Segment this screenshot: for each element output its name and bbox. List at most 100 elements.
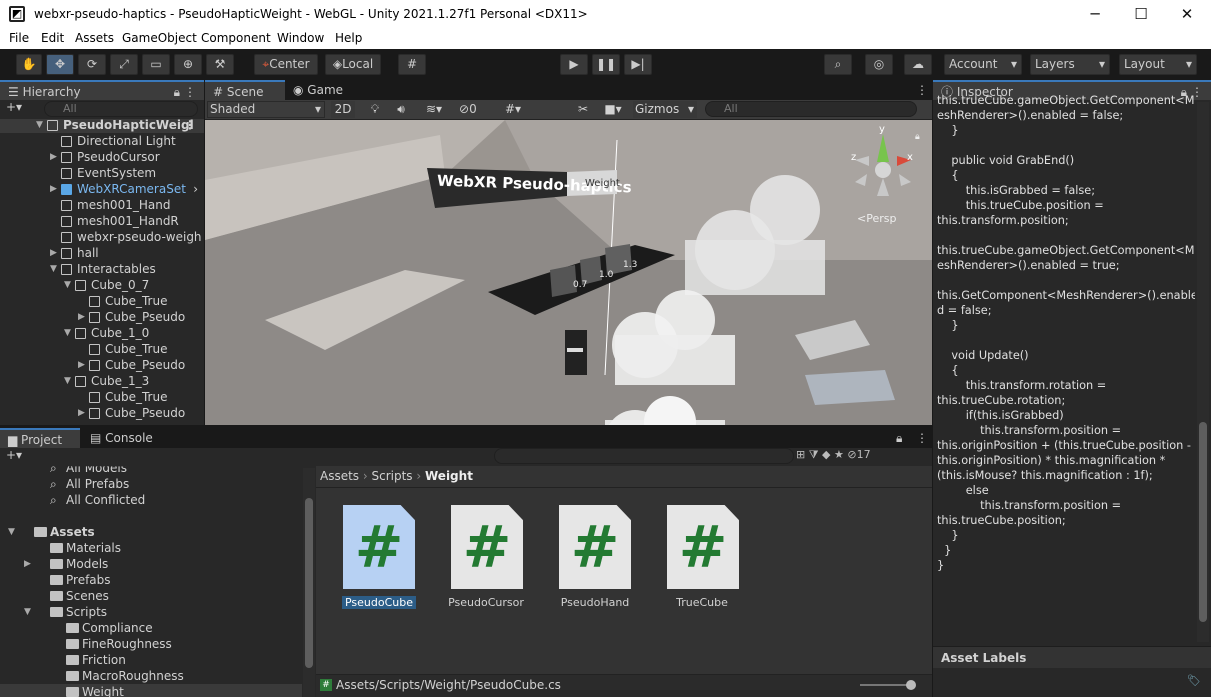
menu-window[interactable]: Window: [277, 31, 324, 45]
hierarchy-item[interactable]: Directional Light: [0, 133, 204, 149]
menu-component[interactable]: Component: [201, 31, 271, 45]
saved-search-item[interactable]: ⌕ All Prefabs: [0, 476, 302, 492]
hierarchy-item[interactable]: ▼ Cube_1_0: [0, 325, 204, 341]
folder-item[interactable]: ▼ Scripts: [0, 604, 302, 620]
hidden-packages-icon[interactable]: ⊘: [847, 448, 856, 461]
collapse-arrow-icon[interactable]: ▶: [78, 357, 88, 373]
file-label-pseudocursor[interactable]: PseudoCursor: [436, 596, 536, 609]
scene-viewport[interactable]: WebXR Pseudo-haptics Weight 0.7 1.0 1.3 …: [205, 120, 932, 425]
collapse-arrow-icon[interactable]: ▶: [78, 405, 88, 421]
menu-gameobject[interactable]: GameObject: [122, 31, 197, 45]
hierarchy-item[interactable]: ▶ hall: [0, 245, 204, 261]
scale-tool-icon[interactable]: ⤢: [110, 54, 138, 75]
chevron-right-icon[interactable]: ›: [193, 181, 198, 197]
hidden-objects-toggle[interactable]: ⊘0: [459, 101, 489, 118]
folder-item[interactable]: ▶ Models: [0, 556, 302, 572]
hierarchy-item[interactable]: Cube_True: [0, 341, 204, 357]
hierarchy-item[interactable]: ▼ Cube_1_3: [0, 373, 204, 389]
create-button[interactable]: +▾: [6, 100, 36, 118]
gizmos-dropdown[interactable]: Gizmos ▾: [633, 101, 697, 118]
icon-size-slider[interactable]: [860, 684, 912, 686]
layers-dropdown[interactable]: Layers ▾: [1030, 54, 1110, 75]
tools-icon[interactable]: ✂: [573, 101, 593, 118]
label-icon[interactable]: ◆: [822, 448, 834, 461]
pause-button[interactable]: ❚❚: [592, 54, 620, 75]
file-truecube-icon[interactable]: #: [667, 505, 739, 589]
more-icon[interactable]: ⋮: [908, 428, 928, 448]
more-icon[interactable]: ⋮: [184, 119, 196, 133]
hierarchy-search-input[interactable]: All: [44, 101, 198, 117]
rotate-tool-icon[interactable]: ⟳: [78, 54, 106, 75]
hand-tool-icon[interactable]: ✋: [16, 54, 42, 75]
folder-item[interactable]: MacroRoughness: [0, 668, 302, 684]
pivot-local-button[interactable]: ◈Local: [325, 54, 381, 75]
scrollbar-thumb[interactable]: [1199, 422, 1207, 622]
hierarchy-scene-root[interactable]: ▼ PseudoHapticWeigl ⋮: [0, 119, 204, 133]
hierarchy-item[interactable]: EventSystem: [0, 165, 204, 181]
scene-search-input[interactable]: All: [705, 101, 917, 117]
hierarchy-item[interactable]: ▶ Cube_Pseudo: [0, 357, 204, 373]
step-button[interactable]: ▶|: [624, 54, 652, 75]
hierarchy-item[interactable]: Cube_True: [0, 389, 204, 405]
expand-arrow-icon[interactable]: ▼: [64, 277, 74, 293]
collapse-arrow-icon[interactable]: ▶: [50, 149, 60, 165]
folder-item[interactable]: Compliance: [0, 620, 302, 636]
breadcrumb-scripts[interactable]: Scripts: [372, 469, 413, 483]
filter-icon[interactable]: ⧩: [809, 448, 822, 461]
layout-dropdown[interactable]: Layout ▾: [1119, 54, 1197, 75]
saved-search-item[interactable]: ⌕ All Conflicted: [0, 492, 302, 508]
expand-arrow-icon[interactable]: ▼: [24, 604, 34, 620]
tab-game[interactable]: ◉ Game: [285, 80, 355, 100]
search-by-type-icon[interactable]: ⊞: [796, 448, 809, 461]
lighting-icon[interactable]: 💡︎: [365, 101, 385, 118]
favorite-icon[interactable]: ★: [834, 448, 847, 461]
hierarchy-item[interactable]: ▶ Cube_Pseudo: [0, 405, 204, 421]
hierarchy-item[interactable]: ▶ WebXRCameraSet ›: [0, 181, 204, 197]
expand-arrow-icon[interactable]: ▼: [50, 261, 60, 277]
lock-icon[interactable]: 🔒︎: [174, 82, 180, 102]
collab-icon[interactable]: ◎: [865, 54, 893, 75]
scrollbar-thumb[interactable]: [305, 498, 313, 668]
create-button[interactable]: +▾: [6, 448, 36, 466]
hierarchy-item[interactable]: webxr-pseudo-weigh: [0, 229, 204, 245]
hierarchy-item[interactable]: ▶ PseudoCursor: [0, 149, 204, 165]
expand-arrow-icon[interactable]: ▼: [8, 524, 18, 540]
hierarchy-item[interactable]: ▼ Interactables: [0, 261, 204, 277]
audio-icon[interactable]: 🔊︎: [391, 101, 411, 118]
file-pseudohand-icon[interactable]: #: [559, 505, 631, 589]
folder-item[interactable]: Friction: [0, 652, 302, 668]
tab-console[interactable]: ▤ Console: [82, 428, 162, 448]
folder-item[interactable]: Weight: [0, 684, 302, 697]
shading-mode-dropdown[interactable]: Shaded ▾: [207, 101, 325, 118]
close-button[interactable]: ✕: [1164, 0, 1210, 29]
folder-item[interactable]: Scenes: [0, 588, 302, 604]
persp-label[interactable]: <Persp: [857, 212, 896, 225]
tag-icon[interactable]: 🏷︎: [1187, 674, 1201, 687]
more-icon[interactable]: ⋮: [908, 80, 928, 100]
camera-icon[interactable]: ■▾: [597, 101, 629, 118]
file-pseudocursor-icon[interactable]: #: [451, 505, 523, 589]
folder-item[interactable]: ▼ Assets: [0, 524, 302, 540]
collapse-arrow-icon[interactable]: ▶: [78, 309, 88, 325]
folder-item[interactable]: FineRoughness: [0, 636, 302, 652]
grid-snap-icon[interactable]: #: [398, 54, 426, 75]
play-button[interactable]: ▶: [560, 54, 588, 75]
menu-assets[interactable]: Assets: [75, 31, 114, 45]
collapse-arrow-icon[interactable]: ▶: [50, 181, 60, 197]
minimize-button[interactable]: ─: [1072, 0, 1118, 29]
tree-scrollbar[interactable]: [303, 468, 315, 697]
effects-icon[interactable]: ≋▾: [417, 101, 451, 118]
expand-arrow-icon[interactable]: ▼: [36, 119, 46, 133]
collapse-arrow-icon[interactable]: ▶: [50, 245, 60, 261]
hierarchy-item[interactable]: mesh001_HandR: [0, 213, 204, 229]
pivot-center-button[interactable]: ⌖Center: [254, 54, 318, 75]
cloud-icon[interactable]: ☁: [904, 54, 932, 75]
menu-edit[interactable]: Edit: [41, 31, 64, 45]
orientation-gizmo[interactable]: y x z 🔒︎ <Persp: [845, 124, 925, 225]
gizmo-lock-icon[interactable]: 🔒︎: [915, 132, 920, 142]
expand-arrow-icon[interactable]: ▼: [64, 325, 74, 341]
hierarchy-item[interactable]: Cube_True: [0, 293, 204, 309]
file-label-pseudohand[interactable]: PseudoHand: [545, 596, 645, 609]
file-label-truecube[interactable]: TrueCube: [652, 596, 752, 609]
expand-arrow-icon[interactable]: ▼: [64, 373, 74, 389]
